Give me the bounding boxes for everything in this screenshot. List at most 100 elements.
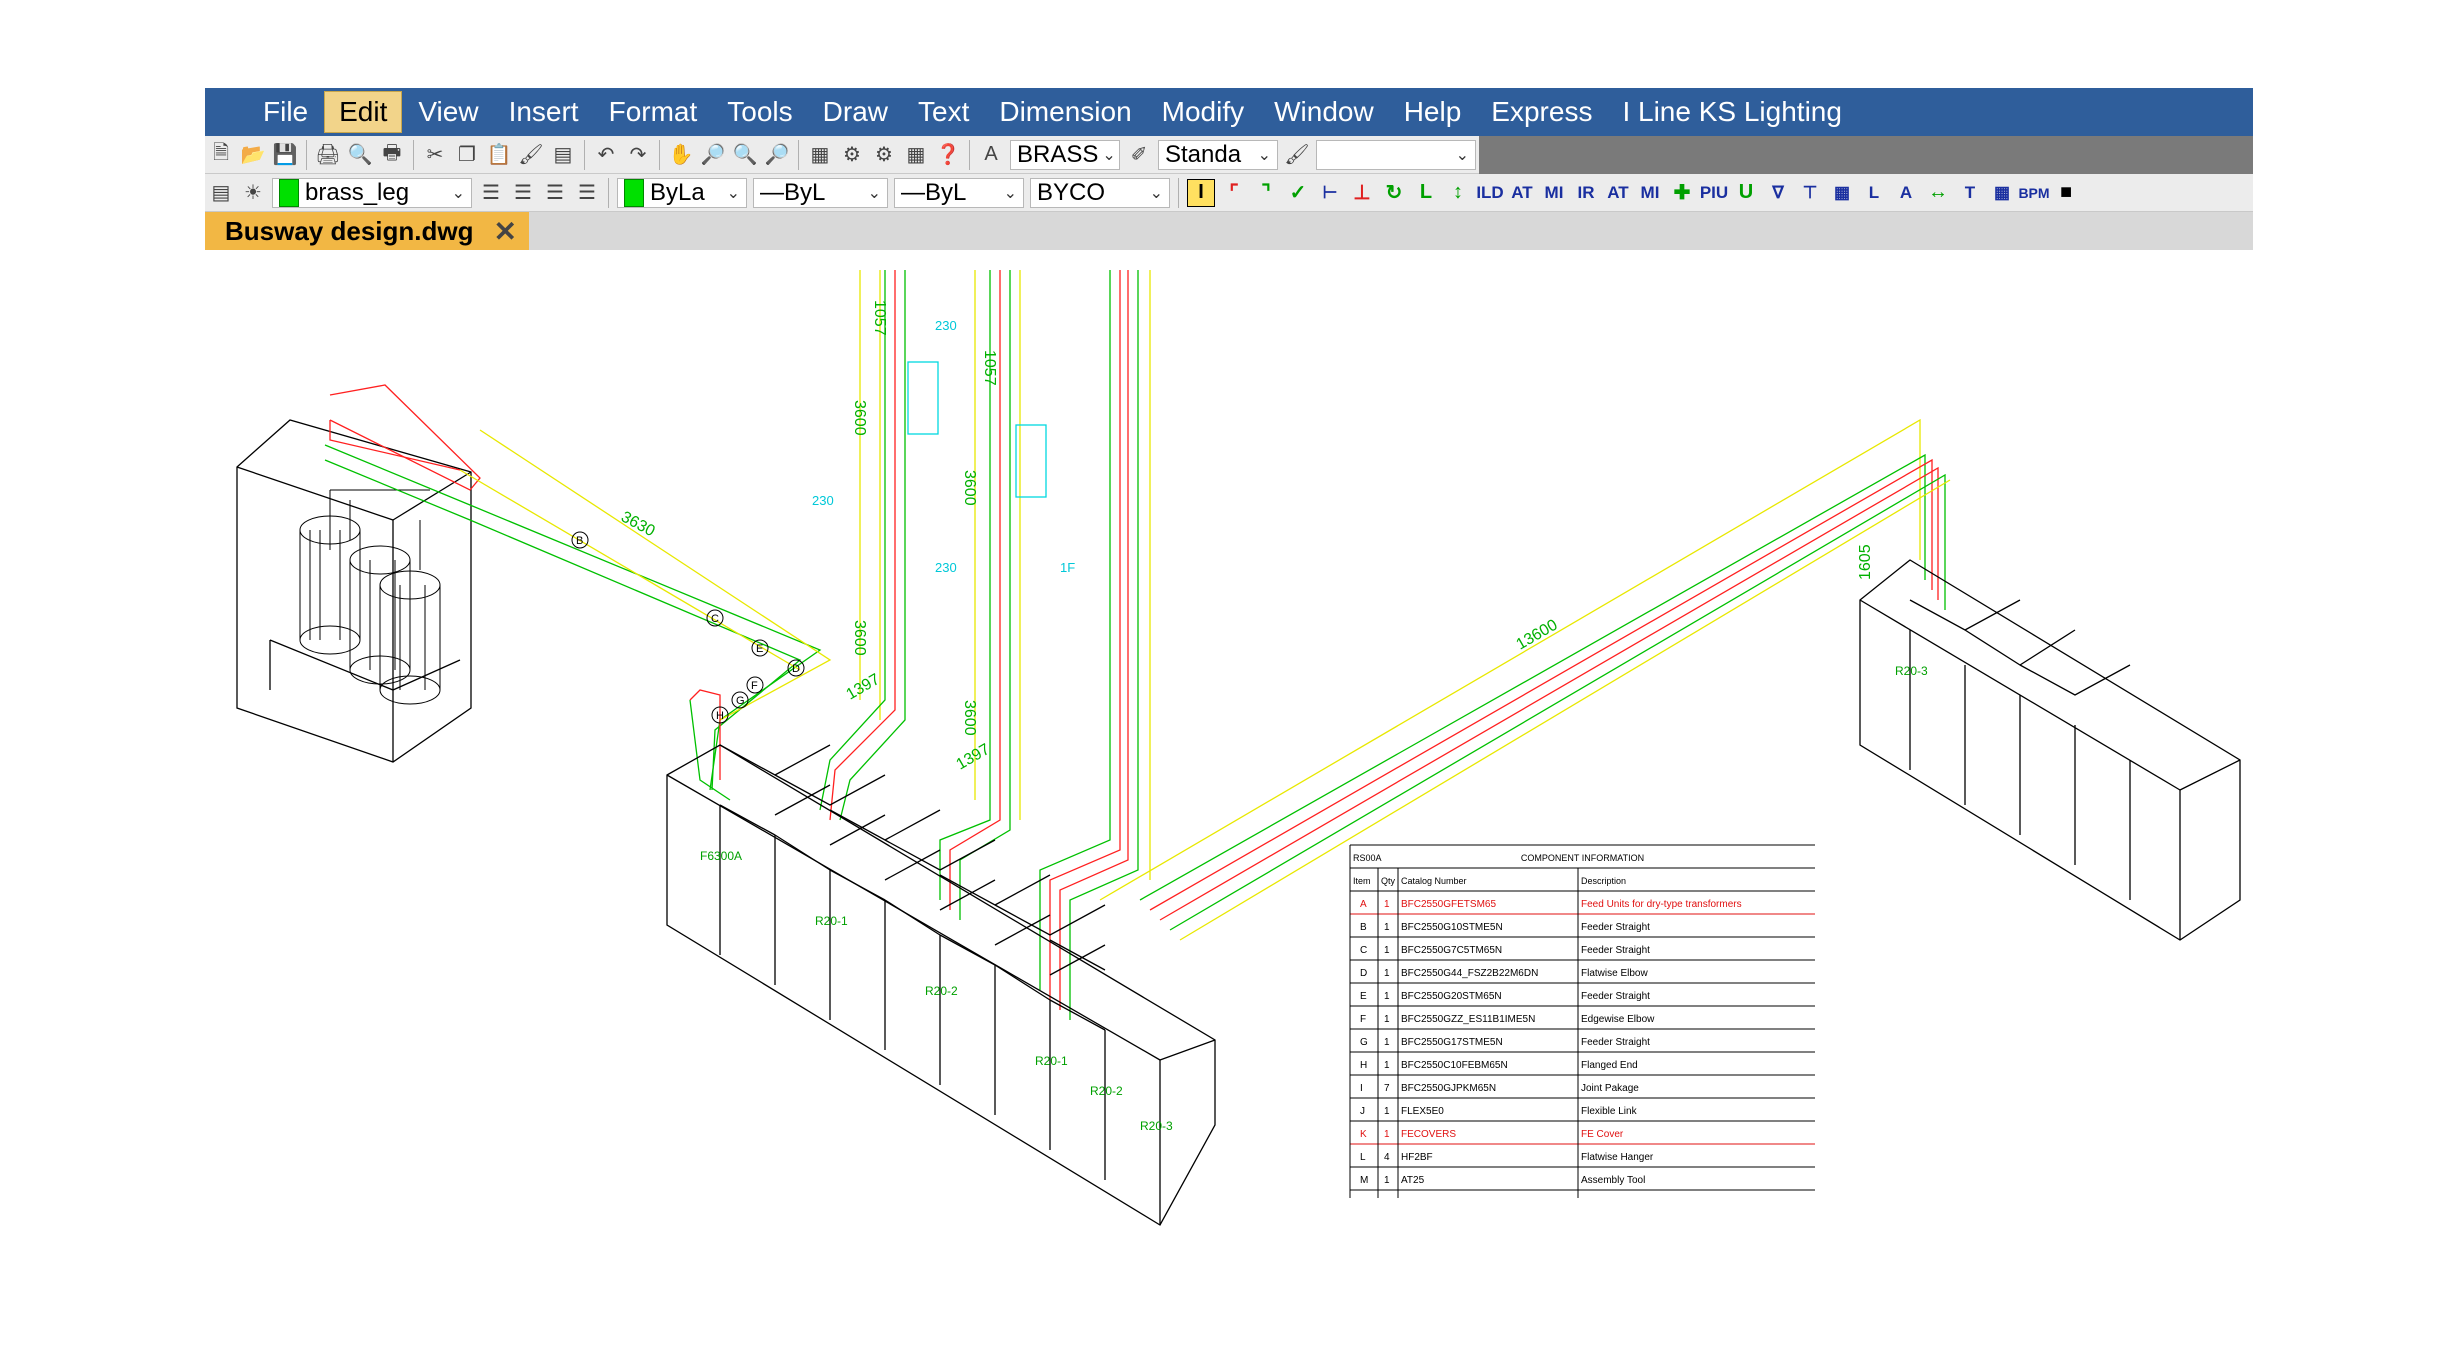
mi2-tool[interactable]: MI xyxy=(1637,180,1663,206)
menu-help[interactable]: Help xyxy=(1390,92,1476,132)
busway-insert-tool[interactable]: I xyxy=(1187,178,1215,207)
tool-label: MI xyxy=(1640,182,1660,202)
color-swatch xyxy=(624,178,644,207)
at-tool[interactable]: AT xyxy=(1509,180,1535,206)
calculator-icon[interactable]: ▦ xyxy=(903,142,929,168)
elbow-tool-icon[interactable]: ⌜ xyxy=(1221,180,1247,206)
layer-previous-icon[interactable]: ☰ xyxy=(510,180,536,206)
layer-dropdown[interactable]: brass_leg ⌄ xyxy=(272,177,472,208)
table-style-dropdown[interactable]: ⌄ xyxy=(1316,139,1476,170)
toolbar-empty-area xyxy=(1479,135,2253,174)
menu-insert[interactable]: Insert xyxy=(495,92,593,132)
chevron-down-icon: ⌄ xyxy=(1455,146,1469,164)
check-tool-icon[interactable]: ✓ xyxy=(1285,180,1311,206)
menu-window[interactable]: Window xyxy=(1260,92,1388,132)
offset-tool-icon[interactable]: ⌝ xyxy=(1253,180,1279,206)
l-tool-icon[interactable]: L xyxy=(1413,180,1439,206)
at2-tool[interactable]: AT xyxy=(1605,180,1631,206)
toolbar-separator xyxy=(584,139,585,170)
layer-manager-icon[interactable]: ▤ xyxy=(208,180,234,206)
dimension-tool-icon[interactable]: ↔ xyxy=(1925,180,1951,206)
match-properties-icon[interactable]: 🖌 xyxy=(518,142,544,168)
chevron-down-icon: ⌄ xyxy=(1149,184,1163,202)
t-tool-icon[interactable]: ⊤ xyxy=(1797,180,1823,206)
menu-text[interactable]: Text xyxy=(904,92,983,132)
u-tool-icon[interactable]: U xyxy=(1733,180,1759,206)
menu-file[interactable]: File xyxy=(249,92,322,132)
new-icon[interactable]: 🗎 xyxy=(208,142,234,168)
linetype-value: ByL xyxy=(784,178,826,206)
menu-dimension[interactable]: Dimension xyxy=(985,92,1145,132)
tool-palette-icon[interactable]: ⚙ xyxy=(871,142,897,168)
make-current-layer-icon[interactable]: ☰ xyxy=(478,180,504,206)
copy-icon[interactable]: ❐ xyxy=(454,142,480,168)
document-tab[interactable]: Busway design.dwg ✕ xyxy=(205,212,529,250)
menu-view[interactable]: View xyxy=(404,92,492,132)
ild-tool[interactable]: ILD xyxy=(1476,180,1503,206)
piu-tool[interactable]: PIU xyxy=(1699,180,1729,206)
help-icon[interactable]: ❓ xyxy=(935,142,961,168)
tool-label: I xyxy=(1198,181,1204,203)
menu-i-line-ks-lighting[interactable]: I Line KS Lighting xyxy=(1608,92,1856,132)
color-dropdown[interactable]: ByLa ⌄ xyxy=(617,177,747,208)
t2-tool-icon[interactable]: T xyxy=(1957,180,1983,206)
dim-style-dropdown[interactable]: Standa ⌄ xyxy=(1158,139,1278,170)
open-icon[interactable]: 📂 xyxy=(240,142,266,168)
rotate-90-tool-icon[interactable]: ↻ xyxy=(1381,180,1407,206)
document-tab-bar: Busway design.dwg ✕ xyxy=(205,212,2253,250)
toolbar-separator xyxy=(306,139,307,170)
zoom-realtime-icon[interactable]: 🔎 xyxy=(700,142,726,168)
pan-icon[interactable]: ✋ xyxy=(668,142,694,168)
cut-icon[interactable]: ✂ xyxy=(422,142,448,168)
hanger-tool-icon[interactable]: ⊢ xyxy=(1317,180,1343,206)
redo-icon[interactable]: ↷ xyxy=(625,142,651,168)
bpm-tool[interactable]: BPM xyxy=(2018,180,2049,206)
menu-express[interactable]: Express xyxy=(1477,92,1606,132)
mi-tool[interactable]: MI xyxy=(1541,180,1567,206)
chevron-down-icon: ⌄ xyxy=(451,184,465,202)
menu-draw[interactable]: Draw xyxy=(809,92,902,132)
toolbar-separator xyxy=(659,139,660,170)
linetype-dropdown[interactable]: — ByL ⌄ xyxy=(753,177,888,208)
overflow-icon[interactable]: ■ xyxy=(2053,180,2079,206)
text-style-dropdown[interactable]: BRASS ⌄ xyxy=(1010,139,1120,170)
save-icon[interactable]: 💾 xyxy=(272,142,298,168)
standard-toolbar: 🗎 📂 💾 🖨 🔍 🖶 ✂ ❐ 📋 🖌 ▤ ↶ ↷ ✋ 🔎 🔍 🔎 ▦ ⚙ ⚙ … xyxy=(205,135,2253,174)
undo-icon[interactable]: ↶ xyxy=(593,142,619,168)
layer-state-icon[interactable]: ☀ xyxy=(240,180,266,206)
toolbar-separator xyxy=(969,139,970,170)
layer-walk-icon[interactable]: ☰ xyxy=(574,180,600,206)
close-icon[interactable]: ✕ xyxy=(494,215,517,248)
layer-value: brass_leg xyxy=(305,178,410,206)
paste-icon[interactable]: 📋 xyxy=(486,142,512,168)
tool-label: PIU xyxy=(1699,182,1729,202)
tee-tool-icon[interactable]: ⊥ xyxy=(1349,180,1375,206)
chevron-down-icon: ⌄ xyxy=(1003,184,1017,202)
zoom-window-icon[interactable]: 🔍 xyxy=(732,142,758,168)
plus-tool-icon[interactable]: ✚ xyxy=(1669,180,1695,206)
menu-edit[interactable]: Edit xyxy=(324,91,403,133)
dim-style-value: Standa xyxy=(1165,140,1242,168)
design-center-icon[interactable]: ⚙ xyxy=(839,142,865,168)
text-tool-icon[interactable]: A xyxy=(1893,180,1919,206)
block-icon[interactable]: ▤ xyxy=(550,142,576,168)
print-preview-icon[interactable]: 🔍 xyxy=(347,142,373,168)
plotstyle-dropdown[interactable]: BYCO ⌄ xyxy=(1030,177,1170,208)
table-tool-icon[interactable]: ▦ xyxy=(1989,180,2015,206)
plot-icon[interactable]: 🖶 xyxy=(379,142,405,168)
zoom-previous-icon[interactable]: 🔎 xyxy=(764,142,790,168)
plotstyle-value: BYCO xyxy=(1037,178,1106,206)
tap-tool-icon[interactable]: ∇ xyxy=(1765,180,1791,206)
vertical-tool-icon[interactable]: ↕ xyxy=(1445,180,1471,206)
menu-modify[interactable]: Modify xyxy=(1148,92,1258,132)
lineweight-dropdown[interactable]: — ByL ⌄ xyxy=(894,177,1024,208)
properties-icon[interactable]: ▦ xyxy=(807,142,833,168)
print-icon[interactable]: 🖨 xyxy=(315,142,341,168)
ir-tool[interactable]: IR xyxy=(1573,180,1599,206)
menu-format[interactable]: Format xyxy=(595,92,712,132)
layer-isolate-icon[interactable]: ☰ xyxy=(542,180,568,206)
la-tool-icon[interactable]: L xyxy=(1861,180,1887,206)
menu-tools[interactable]: Tools xyxy=(713,92,806,132)
ladder-tool-icon[interactable]: ▦ xyxy=(1829,180,1855,206)
dim-style-icon: ✐ xyxy=(1130,144,1148,166)
